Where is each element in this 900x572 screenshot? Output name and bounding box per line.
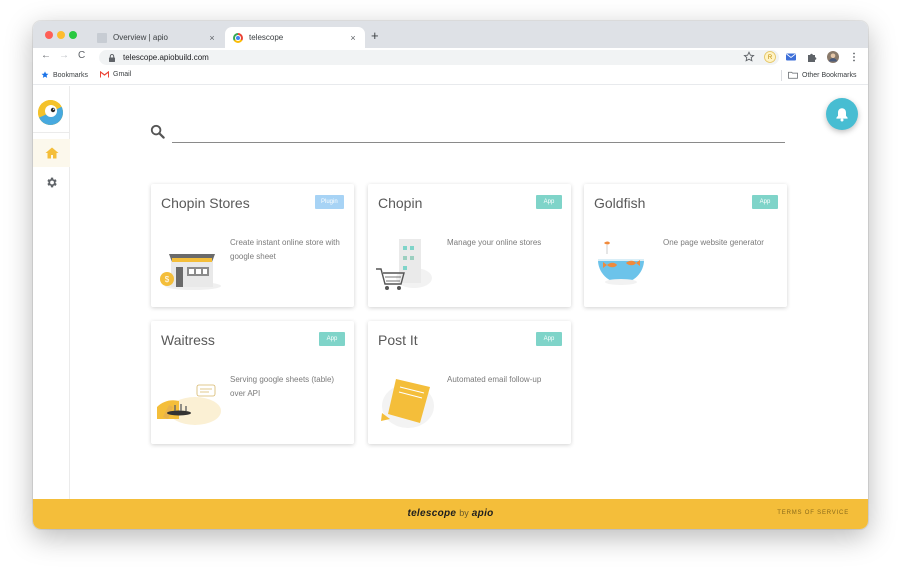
sticky-note-illustration (381, 379, 434, 428)
reload-button[interactable]: C (78, 50, 85, 61)
other-bookmarks-label: Other Bookmarks (802, 71, 857, 79)
zoom-window-button[interactable] (69, 31, 77, 39)
card-chopin-stores[interactable]: Chopin Stores Plugin $ Create instant on… (151, 184, 354, 307)
browser-toolbar: ← → C telescope.apiobuild.com R (33, 48, 868, 67)
close-icon[interactable]: × (205, 33, 219, 43)
notifications-button[interactable] (826, 98, 858, 130)
puzzle-icon[interactable] (806, 51, 818, 63)
card-title: Goldfish (594, 195, 646, 211)
card-badge: App (319, 332, 345, 346)
sidebar-item-home[interactable] (33, 139, 70, 167)
profile-avatar[interactable] (827, 51, 839, 63)
bookmarks-separator (781, 70, 782, 81)
card-badge: App (752, 195, 778, 209)
card-description: Create instant online store with google … (230, 238, 340, 261)
card-badge: App (536, 195, 562, 209)
app-content: Chopin Stores Plugin $ Create instant on… (33, 86, 868, 499)
brand-name: telescope (407, 508, 457, 519)
bell-icon (836, 107, 848, 121)
tab-title: telescope (249, 33, 284, 42)
other-bookmarks[interactable]: Other Bookmarks (788, 71, 856, 79)
card-description: One page website generator (663, 238, 764, 247)
extension-r-icon[interactable]: R (764, 51, 776, 63)
tab-telescope[interactable]: telescope × (225, 27, 365, 48)
tab-overview[interactable]: Overview | apio × (89, 27, 224, 48)
back-button[interactable]: ← (41, 50, 51, 61)
card-chopin[interactable]: Chopin App Manage your online stores (368, 184, 571, 307)
goldfish-bowl-illustration (598, 241, 644, 285)
bookmark-label: Gmail (113, 71, 132, 78)
tab-title: Overview | apio (113, 33, 168, 42)
card-description: Serving google sheets (table) over API (230, 375, 335, 398)
telescope-logo[interactable] (38, 100, 63, 125)
search-bar (150, 121, 786, 143)
svg-text:$: $ (165, 275, 170, 284)
sidebar (33, 86, 70, 499)
footer-brand: telescope by apio (33, 508, 868, 519)
gear-icon (47, 177, 57, 187)
card-waitress[interactable]: Waitress App Serving google sheets (tabl… (151, 321, 354, 444)
card-title: Chopin (378, 195, 423, 211)
bookmark-bookmarks[interactable]: Bookmarks (41, 71, 88, 79)
folder-icon (788, 71, 798, 79)
bookmark-star-icon[interactable] (743, 51, 755, 63)
card-badge: Plugin (315, 195, 344, 209)
forward-button[interactable]: → (59, 50, 69, 61)
address-bar[interactable]: telescope.apiobuild.com (99, 50, 779, 65)
card-title: Waitress (161, 332, 215, 348)
chrome-icon (233, 32, 243, 43)
close-window-button[interactable] (45, 31, 53, 39)
card-badge: App (536, 332, 562, 346)
company-name: apio (471, 508, 494, 519)
more-vert-icon[interactable] (848, 51, 860, 63)
gmail-icon (100, 71, 109, 78)
search-input[interactable] (172, 121, 785, 143)
svg-text:R: R (768, 55, 773, 61)
toolbar-icons: R (743, 51, 860, 63)
card-description: Automated email follow-up (447, 375, 542, 384)
url-text: telescope.apiobuild.com (123, 53, 209, 62)
document-icon (97, 32, 107, 43)
sidebar-item-settings[interactable] (33, 170, 70, 194)
home-icon (45, 147, 58, 159)
lock-icon (109, 53, 115, 62)
bookmark-gmail[interactable]: Gmail (100, 71, 131, 78)
waiter-tray-illustration (157, 384, 221, 425)
brand-by: by (459, 508, 469, 518)
minimize-window-button[interactable] (57, 31, 65, 39)
storefront-illustration: $ (160, 254, 221, 290)
tab-strip: Overview | apio × telescope × + (33, 21, 868, 48)
card-description: Manage your online stores (447, 238, 542, 247)
close-icon[interactable]: × (346, 33, 360, 43)
shopping-cart-illustration (376, 239, 432, 290)
card-post-it[interactable]: Post It App Automated email follow-up (368, 321, 571, 444)
terms-of-service-link[interactable]: TERMS OF SERVICE (777, 510, 849, 516)
sidebar-divider (33, 132, 70, 133)
new-tab-button[interactable]: + (371, 28, 379, 43)
browser-window: Overview | apio × telescope × + ← → C te… (33, 21, 868, 529)
bookmarks-bar: Bookmarks Gmail Other Bookmarks (33, 67, 868, 85)
card-title: Chopin Stores (161, 195, 250, 211)
card-title: Post It (378, 332, 418, 348)
extension-mail-icon[interactable] (785, 51, 797, 63)
card-goldfish[interactable]: Goldfish App One page website generator (584, 184, 787, 307)
footer: telescope by apio TERMS OF SERVICE (33, 499, 868, 529)
star-icon (41, 71, 49, 78)
bookmark-label: Bookmarks (53, 71, 89, 79)
search-icon (150, 124, 165, 139)
